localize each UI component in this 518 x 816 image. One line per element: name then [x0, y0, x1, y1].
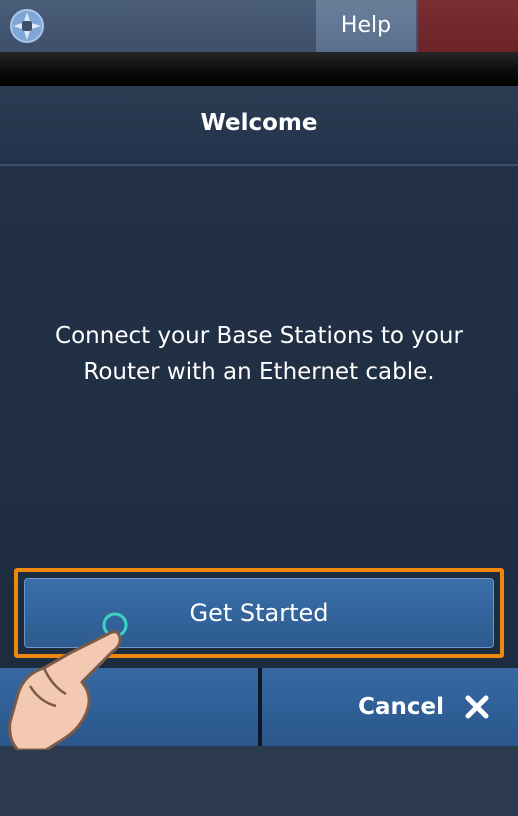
app-frame: Help Welcome Connect your Base Stations …: [0, 0, 518, 816]
help-button[interactable]: Help: [316, 0, 416, 52]
top-bar: Help: [0, 0, 518, 54]
page-title: Welcome: [200, 110, 318, 136]
close-icon: [465, 695, 489, 719]
app-logo-icon[interactable]: [9, 8, 45, 44]
instruction-text: Connect your Base Stations to your Route…: [55, 323, 463, 385]
tap-hand-icon: [8, 612, 128, 750]
title-bar: Welcome: [0, 86, 518, 166]
cancel-label: Cancel: [358, 694, 444, 720]
footer-bar: [0, 746, 518, 816]
cancel-button[interactable]: Cancel: [262, 668, 518, 746]
red-tab[interactable]: [418, 0, 518, 52]
toolbar-strip: [0, 52, 518, 86]
